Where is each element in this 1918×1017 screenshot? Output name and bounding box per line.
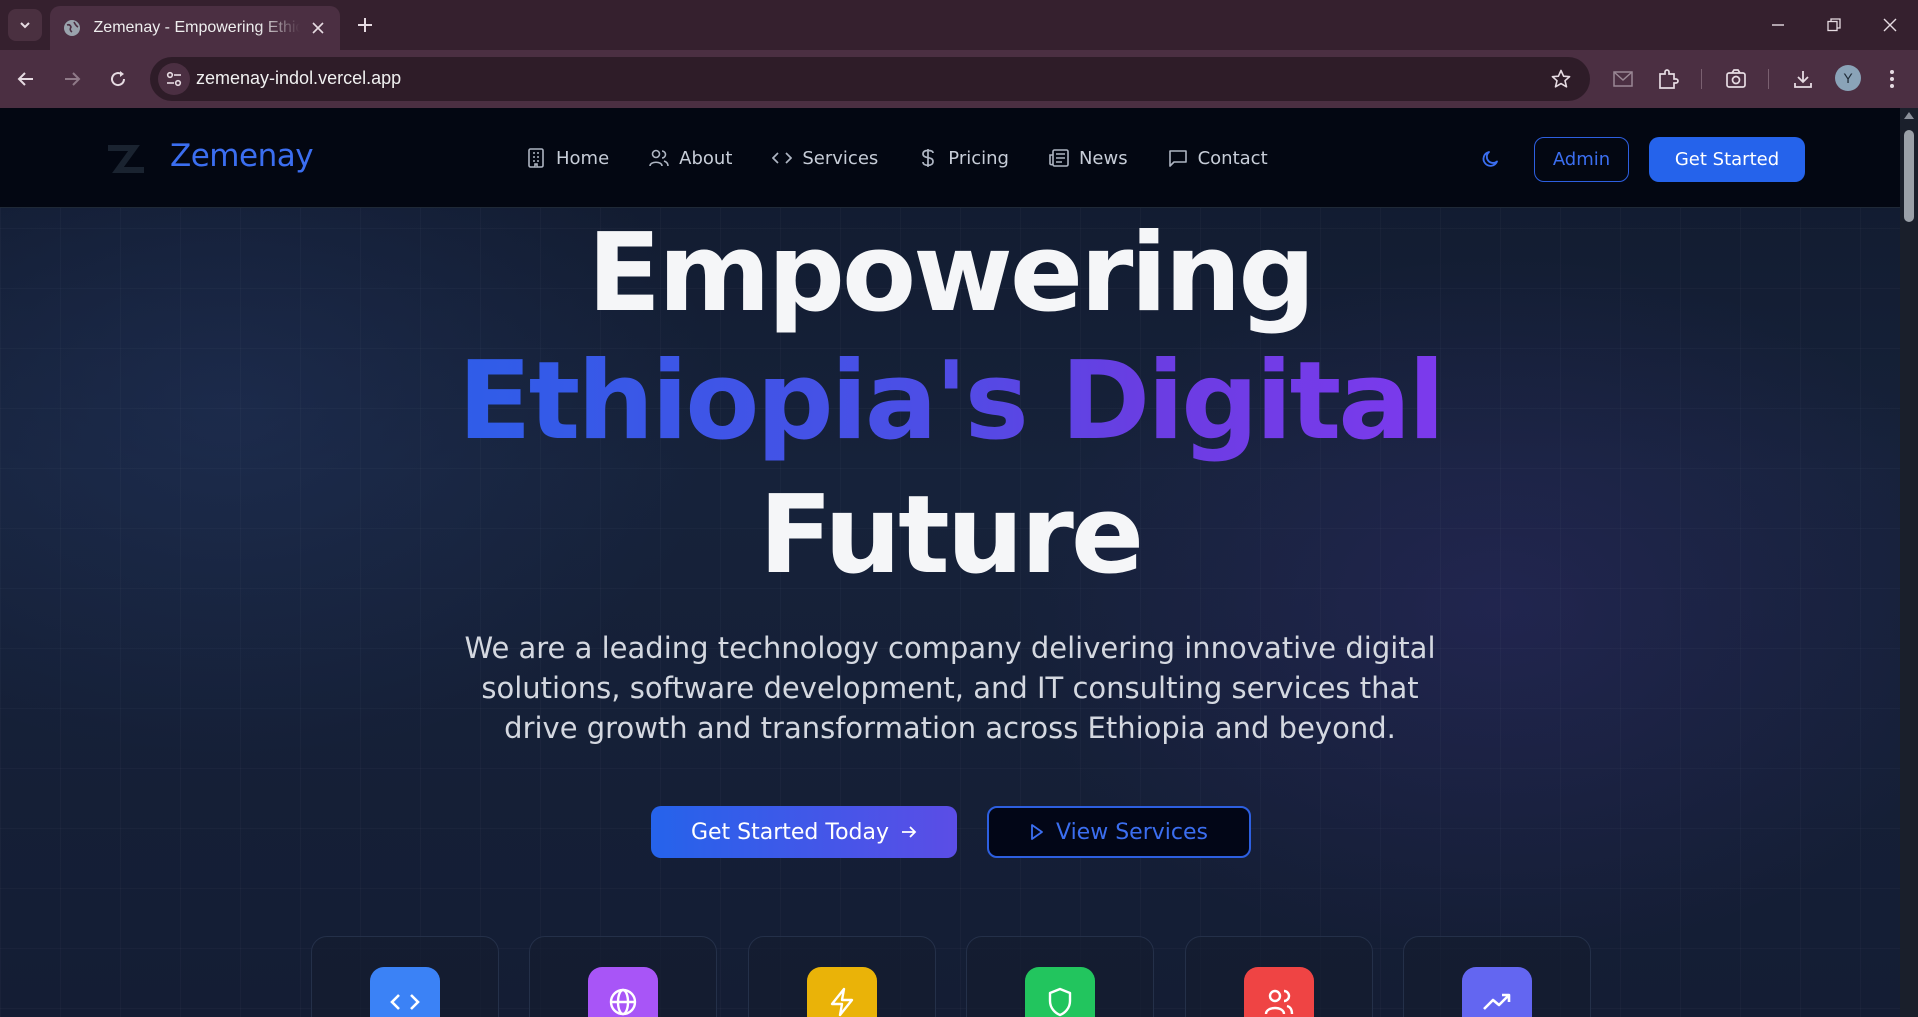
admin-button[interactable]: Admin [1534, 137, 1629, 182]
browser-toolbar: zemenay-indol.vercel.app Y [0, 50, 1918, 108]
feature-cards-row [311, 936, 1591, 1017]
feature-card[interactable] [966, 936, 1154, 1017]
feature-card[interactable] [1185, 936, 1373, 1017]
hero-subtitle-line-3: drive growth and transformation across E… [504, 711, 1396, 745]
toolbar-divider [1768, 69, 1769, 89]
feature-card[interactable] [748, 936, 936, 1017]
newspaper-icon [1049, 148, 1069, 168]
hero-subtitle: We are a leading technology company deli… [450, 628, 1450, 748]
globe-icon [62, 18, 82, 38]
play-icon [1030, 823, 1044, 841]
hero-subtitle-line-2: solutions, software development, and IT … [481, 671, 1419, 705]
nav-services[interactable]: Services [772, 148, 878, 169]
lightning-icon [807, 967, 877, 1017]
browser-tab[interactable]: Zemenay - Empowering Ethiopia's Digital … [50, 6, 340, 50]
restore-icon [1827, 18, 1841, 32]
download-icon[interactable] [1789, 65, 1817, 93]
profile-avatar[interactable]: Y [1835, 65, 1861, 91]
nav-pricing-label: Pricing [948, 147, 1009, 169]
globe-icon [588, 967, 658, 1017]
get-started-button[interactable]: Get Started [1649, 137, 1805, 182]
get-started-today-button[interactable]: Get Started Today [651, 806, 957, 858]
nav-about[interactable]: About [649, 148, 732, 169]
site-info-button[interactable] [158, 63, 190, 95]
address-bar[interactable]: zemenay-indol.vercel.app [150, 57, 1590, 101]
arrow-right-icon [65, 72, 81, 86]
nav-home-label: Home [556, 147, 610, 169]
extensions-icon[interactable] [1654, 65, 1682, 93]
theme-toggle-button[interactable] [1478, 146, 1504, 172]
view-services-label: View Services [1056, 819, 1208, 845]
nav-services-label: Services [802, 147, 879, 169]
arrow-right-icon [901, 825, 917, 839]
hero-title-line-1: Empowering [587, 211, 1315, 336]
reload-icon [111, 71, 126, 87]
view-services-button[interactable]: View Services [987, 806, 1251, 858]
code-icon [370, 967, 440, 1017]
feature-card[interactable] [1403, 936, 1591, 1017]
dollar-icon [918, 148, 938, 168]
bookmark-star-icon[interactable] [1550, 68, 1572, 90]
chevron-down-icon [20, 22, 30, 29]
close-tab-icon[interactable] [308, 18, 328, 38]
page-viewport: Zemenay Home About Services Pricing News… [0, 108, 1900, 1017]
site-header: Zemenay Home About Services Pricing News… [0, 108, 1900, 208]
tab-title: Zemenay - Empowering Ethiopia's Digital … [93, 19, 301, 36]
nav-pricing[interactable]: Pricing [918, 148, 1009, 169]
close-icon [1883, 18, 1897, 32]
get-started-today-label: Get Started Today [690, 819, 890, 845]
main-nav: Home About Services Pricing News Contact [526, 142, 1308, 174]
reload-button[interactable] [102, 63, 134, 95]
nav-contact-label: Contact [1197, 147, 1268, 169]
nav-news[interactable]: News [1049, 148, 1128, 169]
feature-card[interactable] [311, 936, 499, 1017]
code-icon [772, 148, 793, 168]
nav-news-label: News [1078, 147, 1128, 169]
hero-subtitle-line-1: We are a leading technology company deli… [464, 631, 1436, 665]
page-scrollbar[interactable] [1900, 108, 1918, 1017]
moon-icon [1482, 151, 1498, 167]
tune-icon [166, 71, 182, 87]
kebab-menu-icon[interactable] [1878, 65, 1906, 93]
trending-up-icon [1462, 967, 1532, 1017]
feature-card[interactable] [529, 936, 717, 1017]
nav-home[interactable]: Home [526, 148, 609, 169]
new-tab-button[interactable] [352, 12, 378, 38]
tab-search-button[interactable] [8, 9, 42, 41]
arrow-left-icon [17, 72, 33, 86]
users-icon [649, 148, 669, 168]
hero-title-line-2: Ethiopia's Digital [0, 348, 1900, 456]
forward-button[interactable] [56, 63, 88, 95]
hero-title-line-3: Future [758, 473, 1144, 598]
toolbar-divider [1701, 69, 1702, 89]
scroll-up-arrow-icon[interactable] [1904, 112, 1914, 119]
browser-tab-bar: Zemenay - Empowering Ethiopia's Digital … [0, 0, 1918, 50]
url-text: zemenay-indol.vercel.app [196, 68, 402, 88]
brand-logo-text[interactable]: Zemenay [170, 138, 314, 174]
scrollbar-thumb[interactable] [1904, 130, 1914, 222]
minimize-icon [1772, 24, 1784, 26]
close-window-button[interactable] [1870, 10, 1910, 40]
minimize-button[interactable] [1758, 10, 1798, 40]
shield-icon [1025, 967, 1095, 1017]
back-button[interactable] [10, 63, 42, 95]
logo-icon[interactable] [104, 144, 148, 174]
nav-about-label: About [679, 147, 733, 169]
mail-icon[interactable] [1609, 65, 1637, 93]
nav-contact[interactable]: Contact [1168, 148, 1268, 169]
building-icon [526, 148, 546, 168]
users-icon [1244, 967, 1314, 1017]
plus-icon [358, 18, 372, 32]
screenshot-icon[interactable] [1722, 65, 1750, 93]
hero-title-gradient-text: Ethiopia's Digital [457, 339, 1445, 464]
restore-button[interactable] [1814, 10, 1854, 40]
message-icon [1168, 148, 1188, 168]
